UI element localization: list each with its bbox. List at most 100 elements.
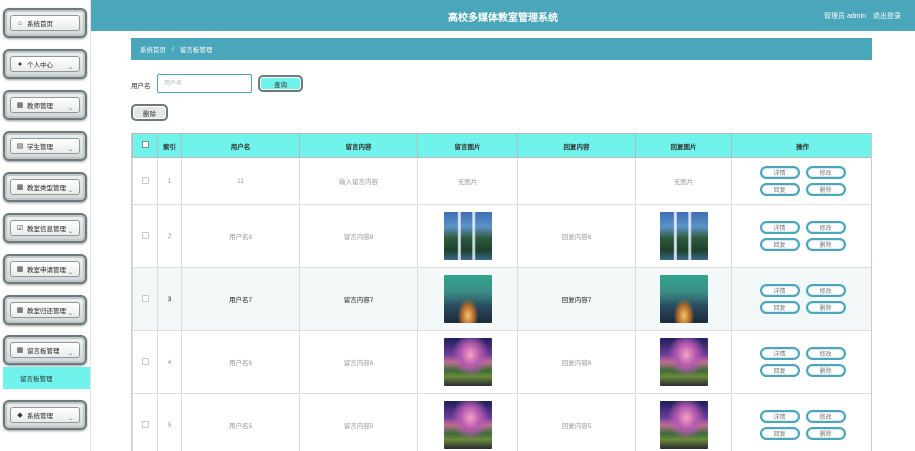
sidebar-item-5[interactable]: ☑ 教室信息管理 ⌄ (3, 213, 87, 243)
cell-actions: 详情 修改 回复 删除 (731, 393, 871, 451)
user-icon: ● (17, 60, 23, 68)
sidebar-subitem-message-board[interactable]: 留言板管理 (3, 367, 90, 389)
sidebar-item-3[interactable]: ▤ 学生管理 ⌄ (3, 131, 87, 161)
cell-username: 用户名7 (181, 267, 300, 331)
cell-image: 无图片 (417, 157, 518, 205)
breadcrumb-separator: / (172, 45, 174, 53)
cell-username: 用户名5 (181, 393, 300, 451)
cell-index: 5 (157, 393, 182, 451)
header-actions: 操作 (731, 133, 871, 158)
cell-image (417, 330, 518, 394)
admin-label: 管理员 admin (824, 13, 867, 20)
row-checkbox[interactable] (141, 231, 149, 239)
reply-button[interactable]: 回复 (759, 183, 800, 196)
row-select-cell[interactable] (132, 157, 158, 205)
sidebar-item-7[interactable]: ▦ 教室归还管理 ⌄ (3, 295, 87, 325)
detail-button[interactable]: 详情 (759, 166, 800, 179)
reply-image-thumbnail[interactable] (659, 401, 708, 449)
row-checkbox[interactable] (141, 420, 149, 428)
row-select-cell[interactable] (132, 267, 158, 331)
header-select-all[interactable] (132, 133, 158, 158)
sidebar-item-label: 教室归还管理 (27, 308, 66, 315)
edit-button[interactable]: 修改 (805, 221, 846, 234)
cell-username: 用户名6 (181, 330, 300, 394)
cell-reply-image (635, 330, 732, 394)
table-row: 1 11 输入留言内容 无图片 无图片 详情 修改 回复 删除 (132, 157, 871, 205)
message-image-thumbnail[interactable] (443, 401, 492, 449)
cell-reply (517, 157, 636, 205)
reply-button[interactable]: 回复 (759, 427, 800, 440)
edit-button[interactable]: 修改 (805, 410, 846, 423)
detail-button[interactable]: 详情 (759, 221, 800, 234)
cell-reply: 回复内容6 (517, 330, 636, 394)
logout-link[interactable]: 退出登录 (873, 13, 901, 20)
query-button[interactable]: 查询 (258, 75, 303, 92)
sidebar-item-4[interactable]: ▦ 教室类型管理 ⌄ (3, 172, 87, 202)
detail-button[interactable]: 详情 (759, 410, 800, 423)
sidebar-item-label: 教室信息管理 (27, 226, 66, 233)
sidebar-item-2[interactable]: ▦ 教师管理 ⌄ (3, 90, 87, 120)
search-input[interactable] (157, 74, 252, 93)
row-select-cell[interactable] (132, 330, 158, 394)
cell-username: 用户名8 (181, 204, 300, 268)
home-icon: ⌂ (17, 19, 23, 27)
breadcrumb: 系统首页 / 留言板管理 (131, 38, 872, 60)
reply-image-thumbnail[interactable] (659, 338, 708, 386)
row-checkbox[interactable] (141, 357, 149, 365)
edit-button[interactable]: 修改 (805, 284, 846, 297)
sidebar-item-6[interactable]: ▦ 教室申请管理 ⌄ (3, 254, 87, 284)
sidebar-item-inner: ▤ 学生管理 ⌄ (10, 138, 80, 154)
delete-button[interactable]: 删除 (805, 427, 846, 440)
chevron-down-icon: ⌄ (67, 416, 73, 422)
detail-button[interactable]: 详情 (759, 284, 800, 297)
header-user-area: 管理员 admin 退出登录 (819, 11, 901, 21)
detail-button[interactable]: 详情 (759, 347, 800, 360)
batch-delete-button[interactable]: 删除 (131, 104, 168, 121)
cell-image (417, 204, 518, 268)
sidebar-item-label: 个人中心 (27, 62, 53, 69)
header-username: 用户名 (181, 133, 300, 158)
sidebar-item-8[interactable]: ▦ 留言板管理 ⌄ (3, 335, 87, 365)
delete-button[interactable]: 删除 (805, 238, 846, 251)
sidebar-item-inner: ▦ 教师管理 ⌄ (10, 97, 80, 113)
message-image-thumbnail[interactable] (443, 275, 492, 323)
table-header-row: 索引 用户名 留言内容 留言图片 回复内容 回复图片 操作 (132, 133, 871, 158)
reply-button[interactable]: 回复 (759, 364, 800, 377)
reply-image-thumbnail[interactable] (659, 275, 708, 323)
cell-index: 1 (157, 157, 182, 205)
reply-image-thumbnail[interactable] (659, 212, 708, 260)
sidebar-item-label: 教室申请管理 (27, 267, 66, 274)
chevron-down-icon: ⌄ (67, 106, 73, 112)
chevron-down-icon: ⌄ (67, 351, 73, 357)
row-checkbox[interactable] (141, 294, 149, 302)
cell-actions: 详情 修改 回复 删除 (731, 204, 871, 268)
reply-button[interactable]: 回复 (759, 238, 800, 251)
cell-reply-image (635, 267, 732, 331)
cell-actions: 详情 修改 回复 删除 (731, 267, 871, 331)
reply-button[interactable]: 回复 (759, 301, 800, 314)
edit-button[interactable]: 修改 (805, 347, 846, 360)
breadcrumb-current: 留言板管理 (179, 47, 213, 54)
delete-button[interactable]: 删除 (805, 183, 846, 196)
select-all-checkbox[interactable] (141, 141, 149, 148)
table-row: 2 用户名8 留言内容8 回复内容8 详情 修改 回复 删除 (132, 204, 871, 268)
chevron-down-icon: ⌄ (67, 311, 73, 317)
message-image-thumbnail[interactable] (443, 212, 492, 260)
chevron-down-icon: ⌄ (67, 188, 73, 194)
delete-button[interactable]: 删除 (805, 301, 846, 314)
edit-button[interactable]: 修改 (805, 166, 846, 179)
search-label: 用户名 (131, 83, 151, 90)
cell-content: 留言内容8 (299, 204, 418, 268)
row-select-cell[interactable] (132, 393, 158, 451)
message-table: 索引 用户名 留言内容 留言图片 回复内容 回复图片 操作 1 11 输入留言内容无… (131, 133, 872, 451)
message-image-thumbnail[interactable] (443, 338, 492, 386)
table-row: 5 用户名5 留言内容5 回复内容5 详情 修改 回复 删除 (132, 393, 871, 451)
sidebar-item-0[interactable]: ⌂ 系统首页 (3, 8, 87, 38)
top-header: 高校多媒体教室管理系统 管理员 admin 退出登录 (91, 0, 915, 31)
sidebar-item-9[interactable]: ◆ 系统管理 ⌄ (3, 400, 87, 430)
row-checkbox[interactable] (141, 176, 149, 184)
delete-button[interactable]: 删除 (805, 364, 846, 377)
sidebar-item-1[interactable]: ● 个人中心 ⌄ (3, 49, 87, 79)
breadcrumb-home[interactable]: 系统首页 (140, 44, 166, 54)
row-select-cell[interactable] (132, 204, 158, 268)
